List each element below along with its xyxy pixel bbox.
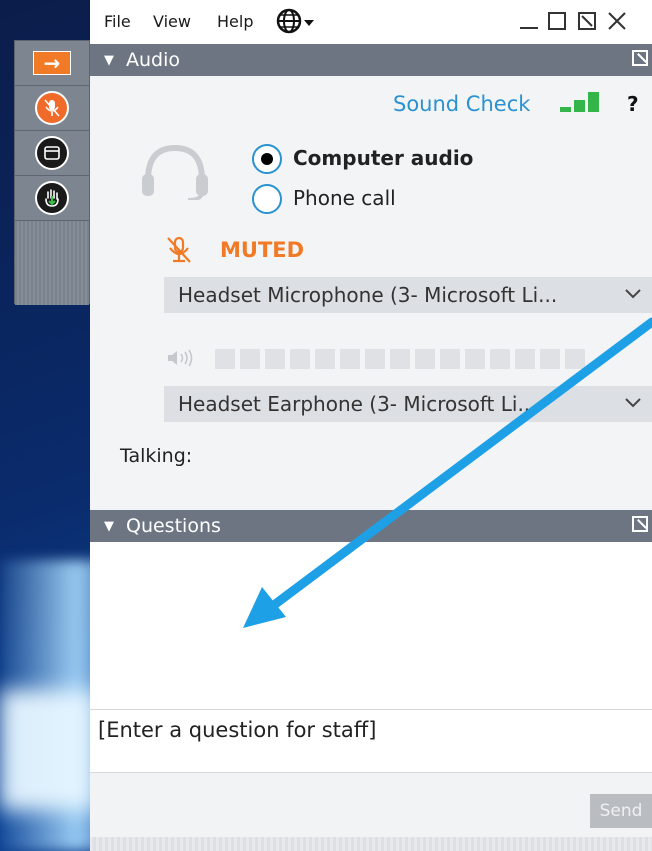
toolbar-grip[interactable] <box>15 221 89 305</box>
phone-call-radio[interactable] <box>252 184 282 214</box>
resize-grip[interactable] <box>90 837 652 851</box>
audio-panel-header[interactable]: ▼ Audio <box>90 44 652 76</box>
talking-label: Talking: <box>120 445 193 467</box>
language-menu[interactable] <box>276 8 318 38</box>
collapse-panel-button[interactable]: → <box>15 41 89 86</box>
computer-audio-radio[interactable] <box>252 144 282 174</box>
mic-muted-icon <box>167 236 191 263</box>
minimize-icon <box>520 27 538 29</box>
microphone-select-value: Headset Microphone (3- Microsoft Li... <box>178 283 558 307</box>
mic-muted-icon <box>35 91 69 125</box>
chevron-down-icon <box>624 390 642 421</box>
question-input[interactable]: [Enter a question for staff] <box>90 709 652 773</box>
mute-toggle-button[interactable] <box>15 86 89 131</box>
muted-status: MUTED <box>220 238 305 262</box>
popout-panel-icon[interactable] <box>632 516 648 532</box>
menu-file[interactable]: File <box>104 12 131 31</box>
window-icon <box>35 136 69 170</box>
audio-panel: Sound Check ? Computer audio Phone call … <box>90 78 652 508</box>
questions-panel-header[interactable]: ▼ Questions <box>90 510 652 542</box>
phone-call-label: Phone call <box>293 186 396 210</box>
popout-button[interactable] <box>576 8 598 38</box>
close-icon <box>608 12 626 30</box>
raise-hand-icon <box>35 181 69 215</box>
speaker-icon <box>168 349 193 367</box>
popout-icon <box>578 12 596 30</box>
desktop-background-glow <box>0 690 95 810</box>
gotowebinar-control-toolbar: → <box>14 40 90 305</box>
globe-icon <box>276 8 314 34</box>
questions-panel-title: Questions <box>126 515 221 537</box>
speaker-select-value: Headset Earphone (3- Microsoft Li... <box>178 392 537 416</box>
send-button[interactable]: Send <box>590 794 652 828</box>
menu-help[interactable]: Help <box>217 12 253 31</box>
maximize-button[interactable] <box>546 8 568 38</box>
menu-view[interactable]: View <box>153 12 191 31</box>
close-button[interactable] <box>606 8 630 38</box>
microphone-select[interactable]: Headset Microphone (3- Microsoft Li... <box>164 277 652 313</box>
collapse-triangle-icon: ▼ <box>104 518 114 534</box>
screen-viewer-button[interactable] <box>15 131 89 176</box>
audio-panel-title: Audio <box>126 49 181 71</box>
collapse-triangle-icon: ▼ <box>104 52 114 68</box>
sound-check-link[interactable]: Sound Check <box>393 92 530 116</box>
volume-meter <box>215 349 585 369</box>
maximize-icon <box>548 12 566 30</box>
minimize-button[interactable] <box>518 8 540 38</box>
headset-icon <box>142 144 208 200</box>
popout-panel-icon[interactable] <box>632 50 648 66</box>
signal-strength-icon <box>560 92 599 112</box>
control-panel-window: File View Help ▼ Audio Sound Check ? Com… <box>90 0 652 851</box>
computer-audio-label: Computer audio <box>293 146 474 170</box>
questions-log <box>90 542 652 709</box>
menu-bar: File View Help <box>90 0 652 44</box>
chevron-down-icon <box>624 281 642 312</box>
help-button[interactable]: ? <box>627 92 639 116</box>
arrow-right-icon: → <box>33 51 71 75</box>
speaker-select[interactable]: Headset Earphone (3- Microsoft Li... <box>164 386 652 422</box>
raise-hand-button[interactable] <box>15 176 89 221</box>
